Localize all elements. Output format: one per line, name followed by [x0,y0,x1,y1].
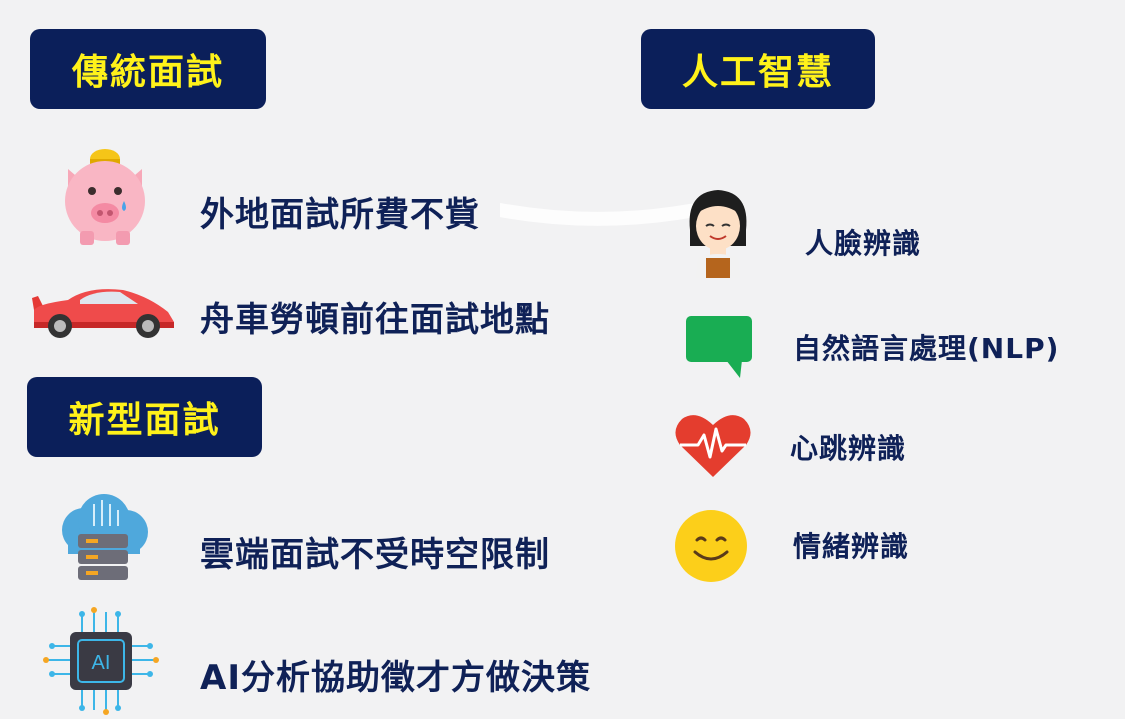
item-label: 心跳辨識 [790,432,907,465]
heartbeat-icon [674,411,752,479]
speech-bubble-icon [686,316,752,378]
chip-text: AI [92,652,111,674]
item-label: 外地面試所費不貲 [200,195,480,235]
car-icon [28,282,178,340]
heading-new-interview: 新型面試 [27,377,262,457]
item-label: AI分析協助徵才方做決策 [200,658,591,698]
item-label: 自然語言處理(NLP) [793,332,1060,365]
ai-chip-icon: AI [42,604,160,718]
face-icon [684,186,752,278]
item-label: 情緒辨識 [793,530,910,563]
cloud-server-icon [54,490,152,584]
smiley-icon [675,510,747,582]
heading-ai: 人工智慧 [641,29,875,109]
item-label: 人臉辨識 [805,227,922,260]
item-label: 雲端面試不受時空限制 [200,535,550,575]
heading-traditional-interview: 傳統面試 [30,29,266,109]
item-label: 舟車勞頓前往面試地點 [200,300,550,340]
piggy-bank-icon [60,145,150,247]
